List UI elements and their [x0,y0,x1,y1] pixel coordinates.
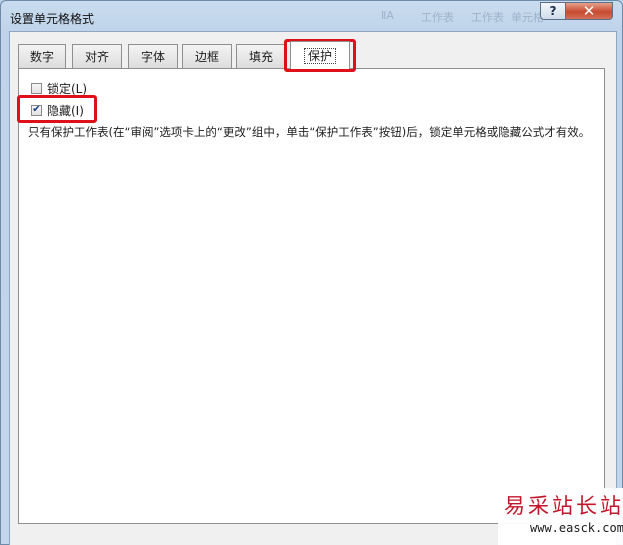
dialog-window: 设置单元格格式 ⅡA 工作表 工作表 单元格 ? ✕ 数字 对齐 字体 边框 填… [0,0,623,545]
dialog-body: 数字 对齐 字体 边框 填充 保护 锁定(L) ✔ 隐藏(I) 只有保护工作表(… [9,31,617,545]
tab-label: 填充 [248,50,273,64]
tab-fill[interactable]: 填充 [236,44,286,68]
tab-protection[interactable]: 保护 [290,41,350,69]
tab-alignment[interactable]: 对齐 [72,44,122,68]
protection-note: 只有保护工作表(在“审阅”选项卡上的“更改”组中，单击“保护工作表”按钮)后，锁… [28,125,591,139]
locked-label: 锁定(L) [47,81,88,96]
watermark-cn: 易采站长站 [504,494,623,518]
tab-label: 字体 [140,50,165,64]
locked-option[interactable]: 锁定(L) [31,80,87,96]
background-ghost-text: 工作表 [471,11,504,24]
locked-checkbox[interactable] [31,82,42,94]
tab-border[interactable]: 边框 [182,44,232,68]
protection-panel: 锁定(L) ✔ 隐藏(I) 只有保护工作表(在“审阅”选项卡上的“更改”组中，单… [18,68,605,524]
title-bar[interactable]: 设置单元格格式 ⅡA 工作表 工作表 单元格 ? ✕ [1,1,622,31]
dialog-title: 设置单元格格式 [10,12,95,26]
highlight-hidden-option [17,95,97,123]
close-icon: ✕ [582,2,596,20]
tab-label: 对齐 [84,50,109,64]
watermark: 易采站长站 www.easck.com [498,488,623,545]
tab-label: 边框 [194,50,219,64]
tab-font[interactable]: 字体 [128,44,178,68]
help-button[interactable]: ? [540,2,566,20]
background-ghost-text: 工作表 [421,11,454,24]
tab-label: 数字 [29,50,54,64]
watermark-en: www.easck.com [530,521,623,535]
help-icon: ? [549,4,557,18]
close-button[interactable]: ✕ [566,2,613,20]
tab-label: 保护 [303,47,336,64]
tab-number[interactable]: 数字 [18,44,66,68]
background-ghost-text: ⅡA [381,9,394,22]
